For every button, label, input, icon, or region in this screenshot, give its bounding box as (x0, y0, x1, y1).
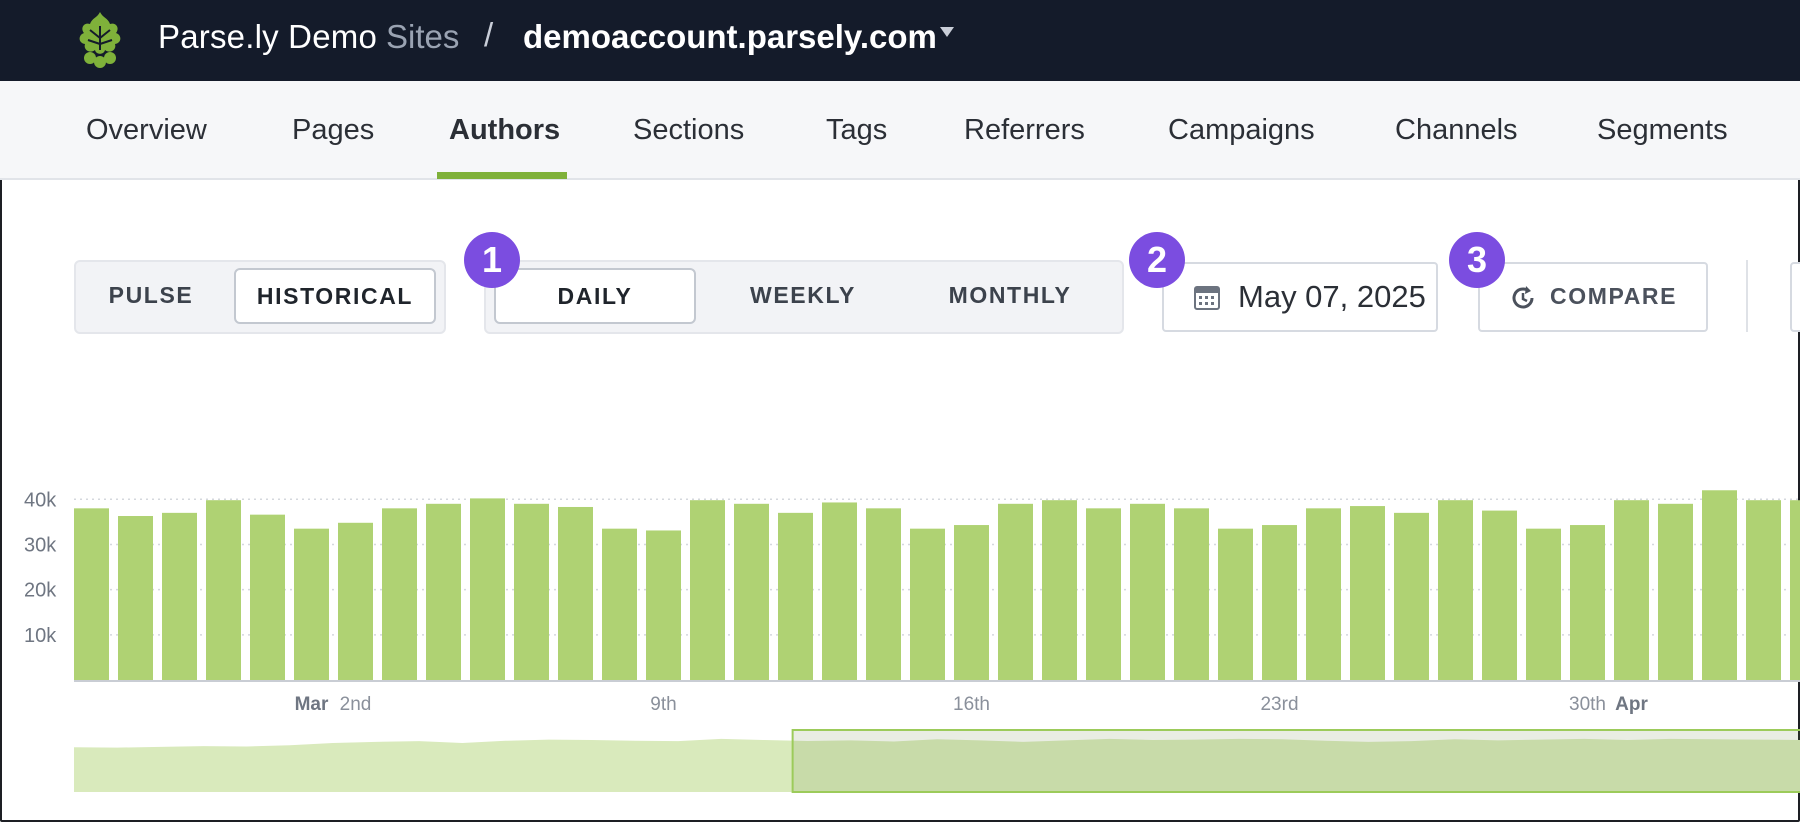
calendar-icon (1194, 286, 1220, 310)
date-picker[interactable]: May 07, 2025 (1162, 262, 1438, 332)
more-controls-button[interactable] (1790, 262, 1800, 332)
bar (1306, 508, 1341, 680)
y-tick-label: 40k (24, 489, 57, 511)
bar (910, 528, 945, 680)
period-toggle: DAILY WEEKLY MONTHLY (484, 260, 1124, 334)
bar (206, 500, 241, 680)
y-tick-label: 20k (24, 580, 57, 602)
bar (1350, 506, 1385, 680)
tab-referrers[interactable]: Referrers (964, 114, 1085, 147)
daily-button[interactable]: DAILY (494, 268, 696, 324)
tab-overview[interactable]: Overview (86, 114, 207, 147)
bar (1086, 508, 1121, 680)
bar (778, 512, 813, 680)
bar (822, 502, 857, 680)
compare-icon (1512, 286, 1534, 309)
brand-name[interactable]: Parse.ly Demo (158, 18, 377, 56)
bar (1526, 528, 1561, 680)
chevron-down-icon[interactable] (940, 27, 954, 37)
bar (162, 512, 197, 680)
breadcrumb-separator: / (484, 16, 494, 53)
tab-campaigns[interactable]: Campaigns (1168, 114, 1315, 147)
mode-toggle: PULSE HISTORICAL (74, 260, 446, 334)
bar (1614, 500, 1649, 680)
compare-label: COMPARE (1550, 283, 1678, 309)
step-badge-3: 3 (1449, 232, 1505, 288)
step-badge-1: 1 (464, 232, 520, 288)
x-tick-label: 30th (1569, 694, 1606, 715)
tab-tags[interactable]: Tags (826, 114, 887, 147)
bar (690, 500, 725, 680)
bar (74, 508, 109, 680)
x-tick-label: Mar (295, 694, 329, 715)
main-nav: Overview Pages Authors Sections Tags Ref… (0, 81, 1800, 180)
monthly-button[interactable]: MONTHLY (912, 268, 1108, 322)
bar (1482, 510, 1517, 680)
bar (998, 503, 1033, 680)
bar (426, 503, 461, 680)
weekly-button[interactable]: WEEKLY (708, 268, 898, 322)
site-selector[interactable]: demoaccount.parsely.com (523, 18, 937, 56)
sites-link[interactable]: Sites (386, 18, 459, 56)
bar (1790, 500, 1800, 680)
active-tab-indicator (437, 172, 567, 179)
x-tick-label: 9th (650, 694, 676, 715)
pulse-button[interactable]: PULSE (86, 268, 216, 322)
x-tick-label: Apr (1615, 694, 1648, 715)
bar (1746, 500, 1781, 680)
historical-button[interactable]: HISTORICAL (234, 268, 436, 324)
bar (1130, 503, 1165, 680)
bar (602, 528, 637, 680)
bar (470, 498, 505, 680)
x-tick-label: 16th (953, 694, 990, 715)
selected-date: May 07, 2025 (1238, 279, 1426, 314)
bar (954, 525, 989, 680)
bar (118, 516, 153, 680)
bar (1262, 525, 1297, 680)
bar (1042, 500, 1077, 680)
bar (294, 528, 329, 680)
x-tick-label: 23rd (1260, 694, 1298, 715)
bar (1438, 500, 1473, 680)
bar (734, 503, 769, 680)
bar (1174, 508, 1209, 680)
parsely-logo-icon[interactable] (70, 6, 130, 68)
tab-channels[interactable]: Channels (1395, 114, 1518, 147)
bar (1394, 512, 1429, 680)
views-bar-chart: 40k 30k 20k 10k Mar 2nd 9th 16th 23rd 30th Apr (24, 489, 1800, 793)
y-tick-label: 10k (24, 625, 57, 647)
tab-authors[interactable]: Authors (449, 114, 560, 147)
bar (514, 503, 549, 680)
bar (1570, 525, 1605, 680)
tab-pages[interactable]: Pages (292, 114, 374, 147)
bar (558, 506, 593, 680)
tab-segments[interactable]: Segments (1597, 114, 1728, 147)
x-tick-label: 2nd (340, 694, 372, 715)
bar (646, 530, 681, 680)
bar (1658, 503, 1693, 680)
compare-button[interactable]: COMPARE (1478, 262, 1708, 332)
bar (338, 522, 373, 680)
overview-selection-window (791, 729, 1800, 793)
bar (866, 508, 901, 680)
bar (382, 508, 417, 680)
bar (250, 514, 285, 680)
step-badge-2: 2 (1129, 232, 1185, 288)
y-tick-label: 30k (24, 534, 57, 556)
toolbar-divider (1746, 260, 1748, 332)
bar (1218, 528, 1253, 680)
bar (1702, 490, 1737, 680)
tab-sections[interactable]: Sections (633, 114, 744, 147)
top-bar: Parse.ly Demo Sites / demoaccount.parsel… (0, 0, 1800, 81)
